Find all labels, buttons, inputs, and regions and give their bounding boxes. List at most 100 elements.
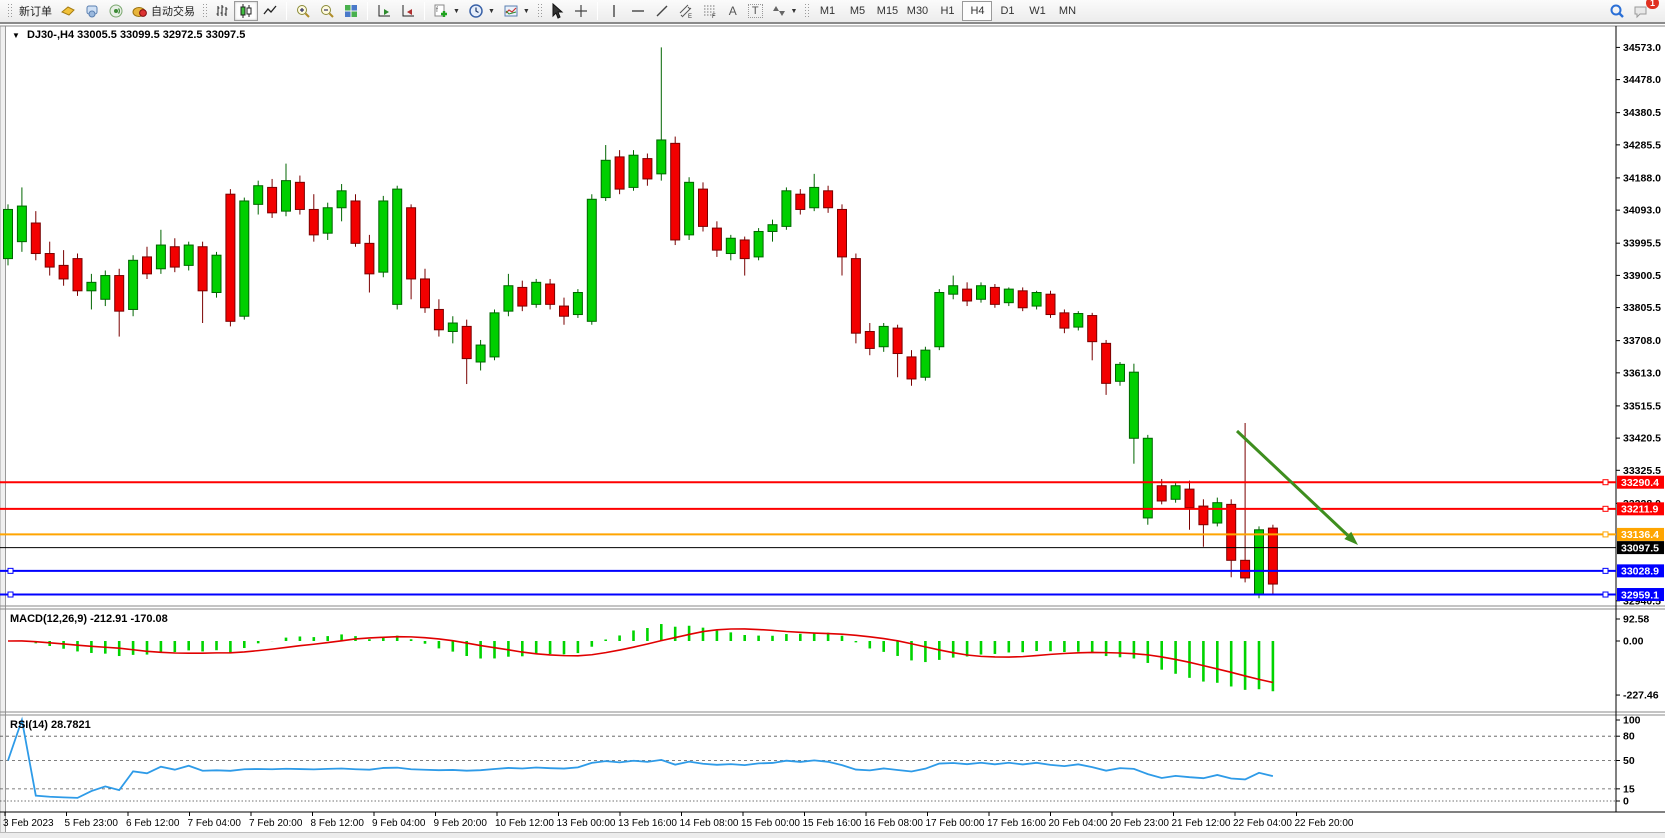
zoom-out-icon [319, 3, 335, 19]
candlestick-chart-button[interactable] [234, 1, 258, 21]
zoom-out-button[interactable] [315, 1, 339, 21]
search-button[interactable] [1605, 1, 1629, 21]
bar-chart-icon [214, 3, 230, 19]
line-chart-button[interactable] [258, 1, 282, 21]
candle-down [990, 287, 999, 304]
candles-layer [4, 47, 1278, 598]
arrows-icon [771, 3, 787, 19]
market-watch-icon [60, 3, 76, 19]
price-axis: 34573.034478.034380.534285.534188.034093… [1616, 42, 1661, 607]
candle-up [1213, 503, 1222, 523]
fibonacci-icon: F [702, 3, 718, 19]
toolbar-grip[interactable] [7, 3, 12, 19]
tile-windows-icon [343, 3, 359, 19]
candle-down [796, 194, 805, 209]
new-order-label: 新订单 [19, 3, 52, 19]
timeframe-MN[interactable]: MN [1052, 1, 1082, 21]
time-tick-label: 7 Feb 20:00 [249, 818, 303, 829]
auto-trading-button[interactable]: 自动交易 [128, 1, 199, 21]
collapse-triangle-icon[interactable]: ▼ [12, 31, 20, 40]
candle-up [629, 155, 638, 187]
svg-text:E: E [688, 14, 692, 19]
candle-up [879, 326, 888, 346]
timeframe-M1[interactable]: M1 [812, 1, 842, 21]
vertical-line-tool-button[interactable] [602, 1, 626, 21]
indicators-caret-icon: ▼ [453, 8, 460, 15]
svg-text:F: F [712, 14, 716, 19]
timeframe-M30[interactable]: M30 [902, 1, 932, 21]
chart-shift-button[interactable] [396, 1, 420, 21]
candle-up [379, 201, 388, 272]
candle-up [184, 245, 193, 265]
rsi-layer: 1008050150 [0, 715, 1641, 808]
candle-up [504, 286, 513, 311]
tile-windows-button[interactable] [339, 1, 363, 21]
price-tick-label: 33900.5 [1623, 270, 1661, 282]
fibonacci-tool-button[interactable]: F [698, 1, 722, 21]
candle-up [87, 282, 96, 290]
candle-up [4, 209, 13, 258]
text-tool-button[interactable]: A [722, 1, 744, 21]
templates-caret-icon: ▼ [523, 8, 530, 15]
time-axis[interactable]: 3 Feb 20235 Feb 23:006 Feb 12:007 Feb 04… [3, 812, 1354, 829]
candle-up [337, 191, 346, 208]
candle-down [963, 289, 972, 301]
candle-up [810, 187, 819, 207]
rsi-tick-label: 50 [1623, 755, 1635, 767]
signals-icon [108, 3, 124, 19]
time-tick-label: 16 Feb 08:00 [864, 818, 923, 829]
auto-scroll-button[interactable] [372, 1, 396, 21]
timeframe-M5[interactable]: M5 [842, 1, 872, 21]
candle-down [73, 259, 82, 291]
indicators-button[interactable]: f ▼ [429, 1, 464, 21]
time-tick-label: 10 Feb 12:00 [495, 818, 554, 829]
arrows-tool-button[interactable]: ▼ [767, 1, 802, 21]
market-watch-button[interactable] [56, 1, 80, 21]
price-tick-label: 33805.5 [1623, 302, 1661, 314]
signals-button[interactable] [104, 1, 128, 21]
candle-up [212, 255, 221, 292]
price-tick-label: 33420.5 [1623, 433, 1661, 445]
timeframe-H4[interactable]: H4 [962, 1, 992, 21]
candle-up [17, 206, 26, 242]
text-label-tool-button[interactable]: T [744, 1, 767, 21]
notification-badge[interactable]: 1 [1646, 0, 1659, 9]
macd-tick-label: 0.00 [1623, 636, 1644, 648]
trendline-icon [654, 3, 670, 19]
chart-ohlc-values: 33005.5 33099.5 32972.5 33097.5 [77, 29, 245, 41]
zoom-in-button[interactable] [291, 1, 315, 21]
candle-down [907, 357, 916, 379]
toolbar-grip[interactable] [202, 3, 207, 19]
horizontal-lines-layer[interactable]: 33290.433211.933136.433097.533028.932959… [0, 476, 1664, 602]
crosshair-icon [573, 3, 589, 19]
periods-caret-icon: ▼ [488, 8, 495, 15]
rsi-tick-label: 0 [1623, 796, 1629, 808]
toolbar-grip[interactable] [804, 3, 809, 19]
timeframe-M15[interactable]: M15 [872, 1, 902, 21]
timeframe-H1[interactable]: H1 [932, 1, 962, 21]
time-tick-label: 20 Feb 23:00 [1110, 818, 1169, 829]
arrow-annotation[interactable] [1237, 431, 1358, 545]
timeframe-D1[interactable]: D1 [992, 1, 1022, 21]
auto-trading-label: 自动交易 [151, 3, 195, 19]
horizontal-line-tool-button[interactable] [626, 1, 650, 21]
equidistant-channel-tool-button[interactable]: E [674, 1, 698, 21]
trendline-tool-button[interactable] [650, 1, 674, 21]
templates-button[interactable]: ▼ [499, 1, 534, 21]
new-order-button[interactable]: 新订单 [15, 1, 56, 21]
price-tick-label: 33995.5 [1623, 238, 1661, 250]
candle-up [587, 199, 596, 321]
cursor-button[interactable] [545, 1, 569, 21]
data-window-button[interactable] [80, 1, 104, 21]
chart-plot-area[interactable]: 34573.034478.034380.534285.534188.034093… [0, 0, 1665, 838]
candle-up [601, 160, 610, 197]
toolbar-grip[interactable] [537, 3, 542, 19]
candle-down [1102, 343, 1111, 383]
candle-up [323, 208, 332, 233]
crosshair-button[interactable] [569, 1, 593, 21]
periods-button[interactable]: ▼ [464, 1, 499, 21]
timeframe-W1[interactable]: W1 [1022, 1, 1052, 21]
price-tick-label: 34478.0 [1623, 74, 1661, 86]
line-chart-icon [262, 3, 278, 19]
bar-chart-button[interactable] [210, 1, 234, 21]
